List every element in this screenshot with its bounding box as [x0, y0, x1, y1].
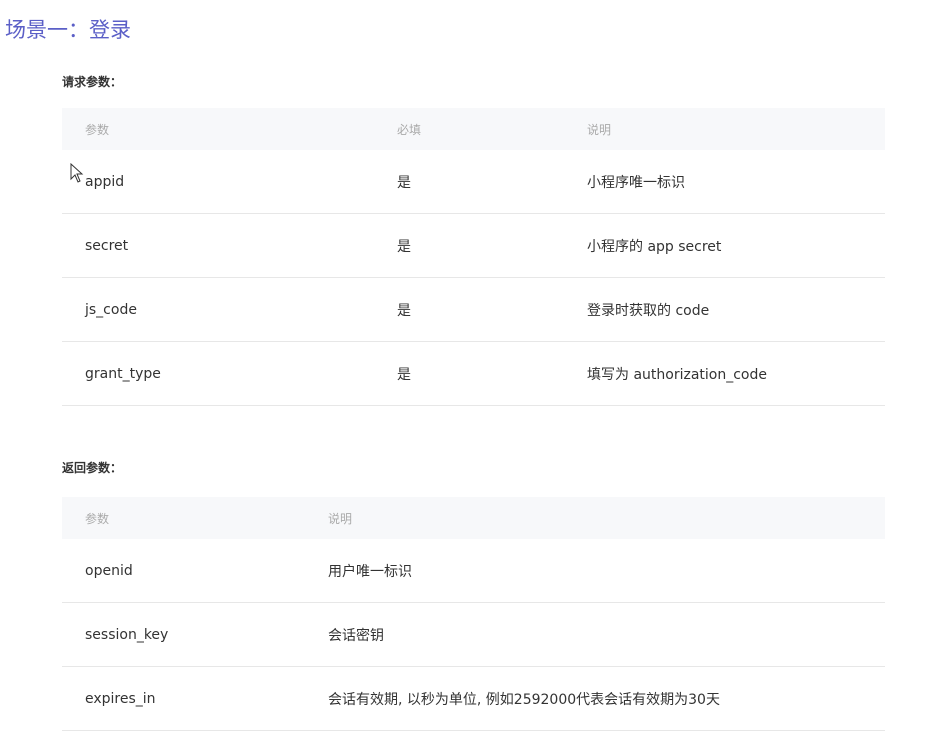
param-name: secret — [62, 213, 397, 278]
param-description: 小程序的 app secret — [587, 213, 885, 278]
param-description: 填写为 authorization_code — [587, 341, 885, 406]
param-description: 用户唯一标识 — [328, 539, 885, 603]
param-name: openid — [62, 539, 328, 603]
param-description: 会话有效期, 以秒为单位, 例如2592000代表会话有效期为30天 — [328, 666, 885, 731]
param-name: grant_type — [62, 341, 397, 406]
table-header: 参数 必填 说明 — [62, 108, 885, 150]
header-required: 必填 — [397, 108, 587, 150]
param-name: expires_in — [62, 666, 328, 731]
param-required: 是 — [397, 150, 587, 214]
param-required: 是 — [397, 277, 587, 342]
param-description: 小程序唯一标识 — [587, 150, 885, 214]
request-params-table: 参数 必填 说明 appid 是小程序唯一标识 secret 是小程序的 app s… — [62, 108, 885, 406]
request-params-heading: 请求参数： — [62, 75, 123, 89]
response-params-heading: 返回参数： — [62, 461, 123, 475]
table-row: js_code 是登录时获取的 code — [62, 277, 885, 342]
header-param: 参数 — [62, 108, 397, 150]
table-row: appid 是小程序唯一标识 — [62, 150, 885, 214]
page-title: 场景一：登录 — [5, 18, 131, 42]
param-description: 会话密钥 — [328, 602, 885, 667]
table-row: expires_in 会话有效期, 以秒为单位, 例如2592000代表会话有效期… — [62, 666, 885, 731]
param-name: js_code — [62, 277, 397, 342]
param-required: 是 — [397, 213, 587, 278]
table-row: session_key 会话密钥 — [62, 602, 885, 667]
param-required: 是 — [397, 341, 587, 406]
header-description: 说明 — [328, 497, 885, 539]
table-header: 参数 说明 — [62, 497, 885, 539]
table-row: openid 用户唯一标识 — [62, 539, 885, 603]
table-row: secret 是小程序的 app secret — [62, 213, 885, 278]
mouse-cursor-icon — [70, 163, 84, 183]
response-params-table: 参数 说明 openid 用户唯一标识 session_key 会话密钥 expir… — [62, 497, 885, 731]
param-name: session_key — [62, 602, 328, 667]
param-name: appid — [62, 150, 397, 214]
table-row: grant_type 是填写为 authorization_code — [62, 341, 885, 406]
header-param: 参数 — [62, 497, 328, 539]
param-description: 登录时获取的 code — [587, 277, 885, 342]
header-description: 说明 — [587, 108, 885, 150]
